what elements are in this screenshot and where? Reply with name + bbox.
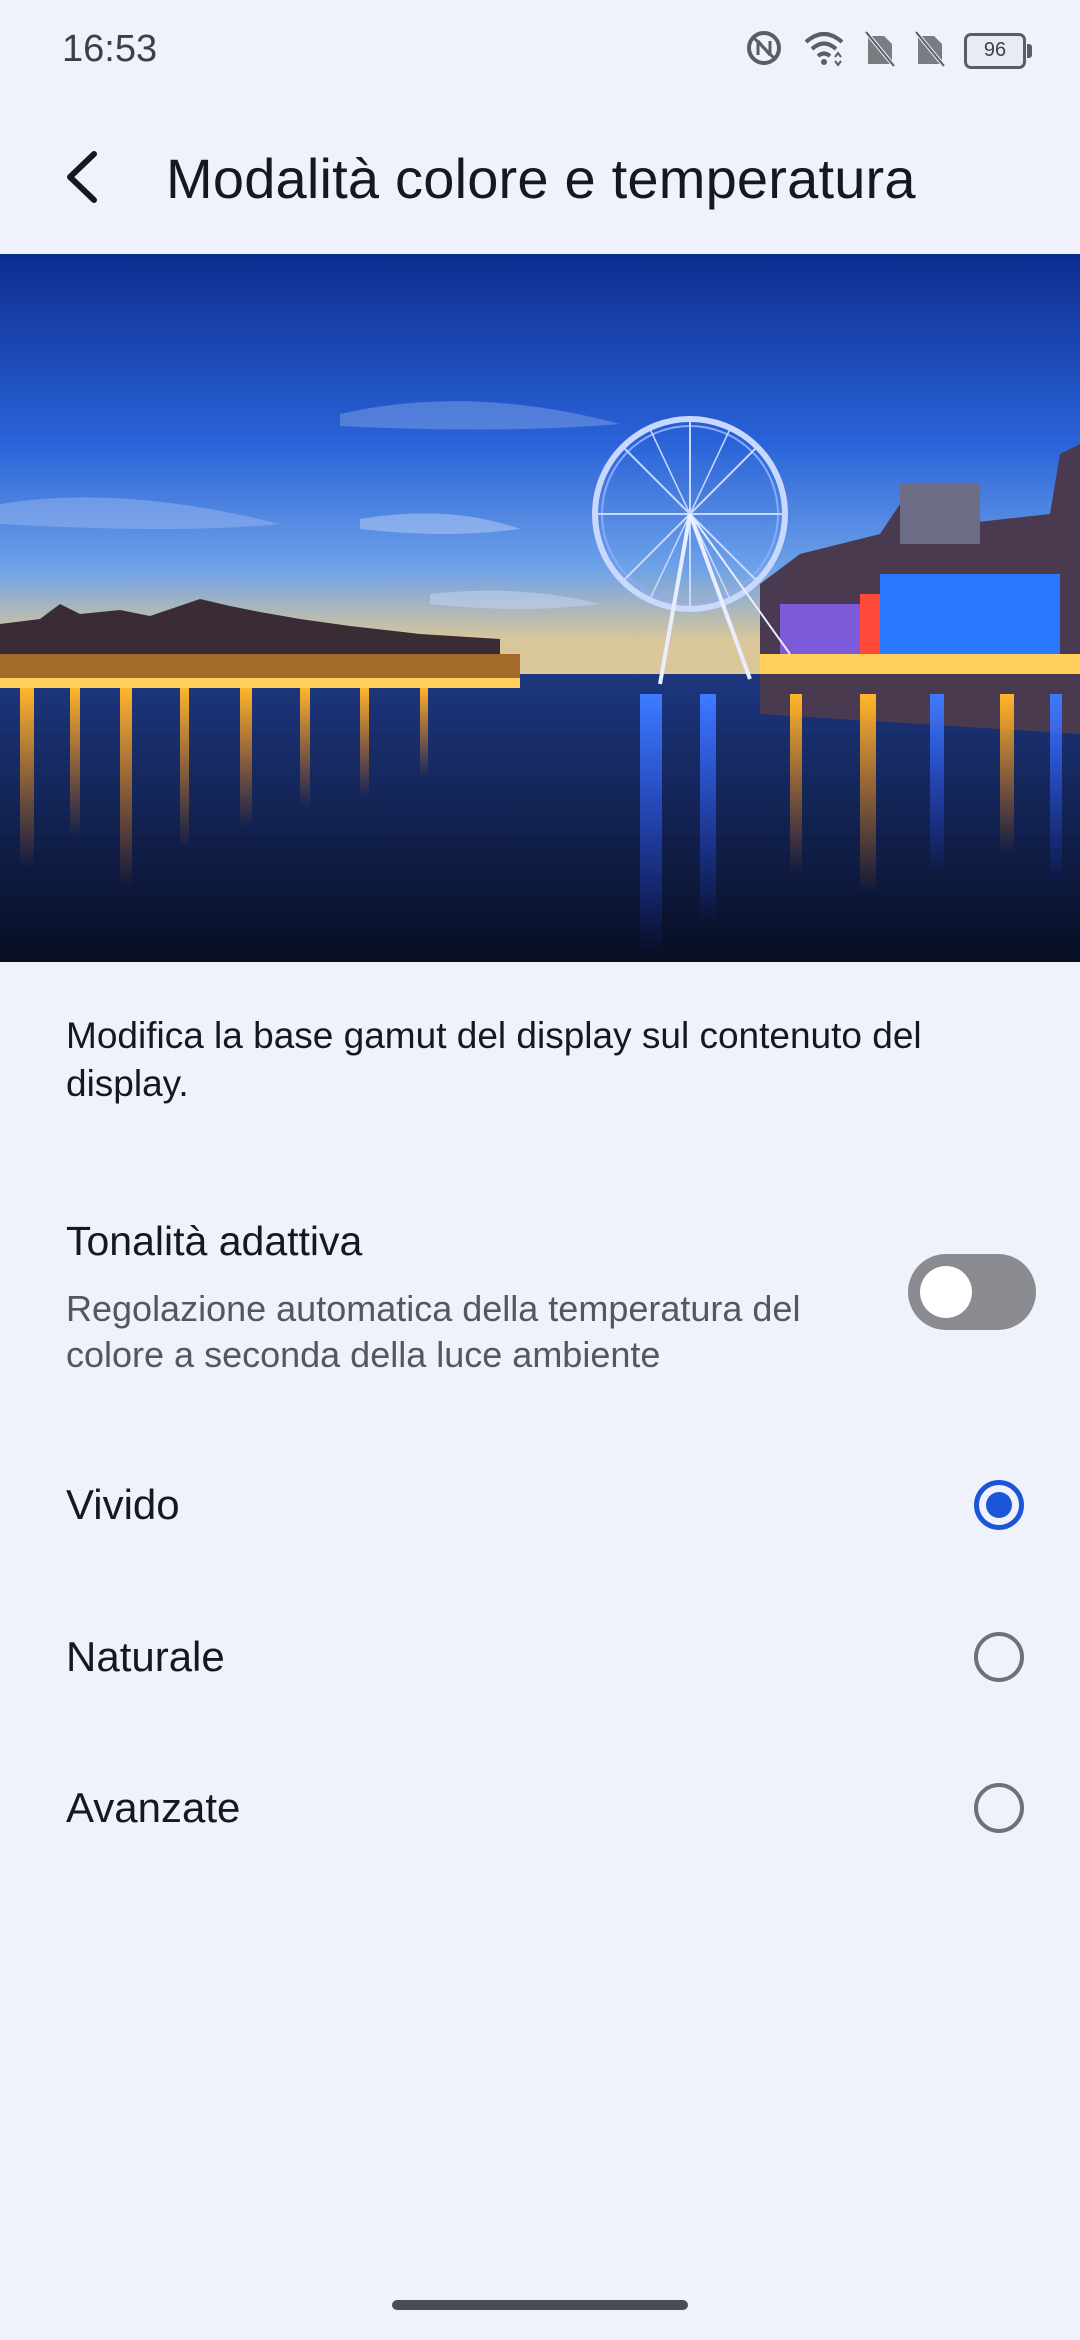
wifi-icon <box>802 28 846 73</box>
radio-button[interactable] <box>974 1632 1024 1682</box>
page-title: Modalità colore e temperatura <box>166 147 916 210</box>
status-bar: 16:53 96 <box>0 0 1080 100</box>
battery-icon: 96 <box>964 32 1032 69</box>
hero-image <box>0 254 1080 962</box>
back-arrow-icon <box>67 151 97 203</box>
no-sim-icon <box>914 28 946 73</box>
adaptive-tone-toggle[interactable] <box>908 1254 1036 1330</box>
app-bar: Modalità colore e temperatura <box>0 120 1080 240</box>
adaptive-tone-subtitle: Regolazione automatica della temperatura… <box>66 1288 801 1375</box>
home-indicator[interactable] <box>392 2300 688 2310</box>
status-icons: 96 <box>744 28 1032 73</box>
adaptive-tone-row[interactable]: Tonalità adattiva Regolazione automatica… <box>0 1210 1080 1400</box>
status-time: 16:53 <box>62 28 158 70</box>
color-mode-vivid[interactable]: Vivido <box>0 1430 1080 1580</box>
color-mode-natural[interactable]: Naturale <box>0 1582 1080 1732</box>
no-sim-icon <box>864 28 896 73</box>
description-text: Modifica la base gamut del display sul c… <box>66 1015 922 1104</box>
color-mode-label: Naturale <box>66 1633 225 1680</box>
adaptive-tone-title: Tonalità adattiva <box>66 1218 363 1264</box>
color-mode-label: Vivido <box>66 1481 180 1528</box>
color-mode-label: Avanzate <box>66 1784 241 1831</box>
radio-button-selected[interactable] <box>974 1480 1024 1530</box>
radio-button[interactable] <box>974 1783 1024 1833</box>
back-button[interactable] <box>52 142 122 212</box>
toggle-knob <box>920 1266 972 1318</box>
nfc-icon <box>744 28 784 73</box>
battery-level: 96 <box>983 39 1007 61</box>
color-mode-advanced[interactable]: Avanzate <box>0 1733 1080 1883</box>
